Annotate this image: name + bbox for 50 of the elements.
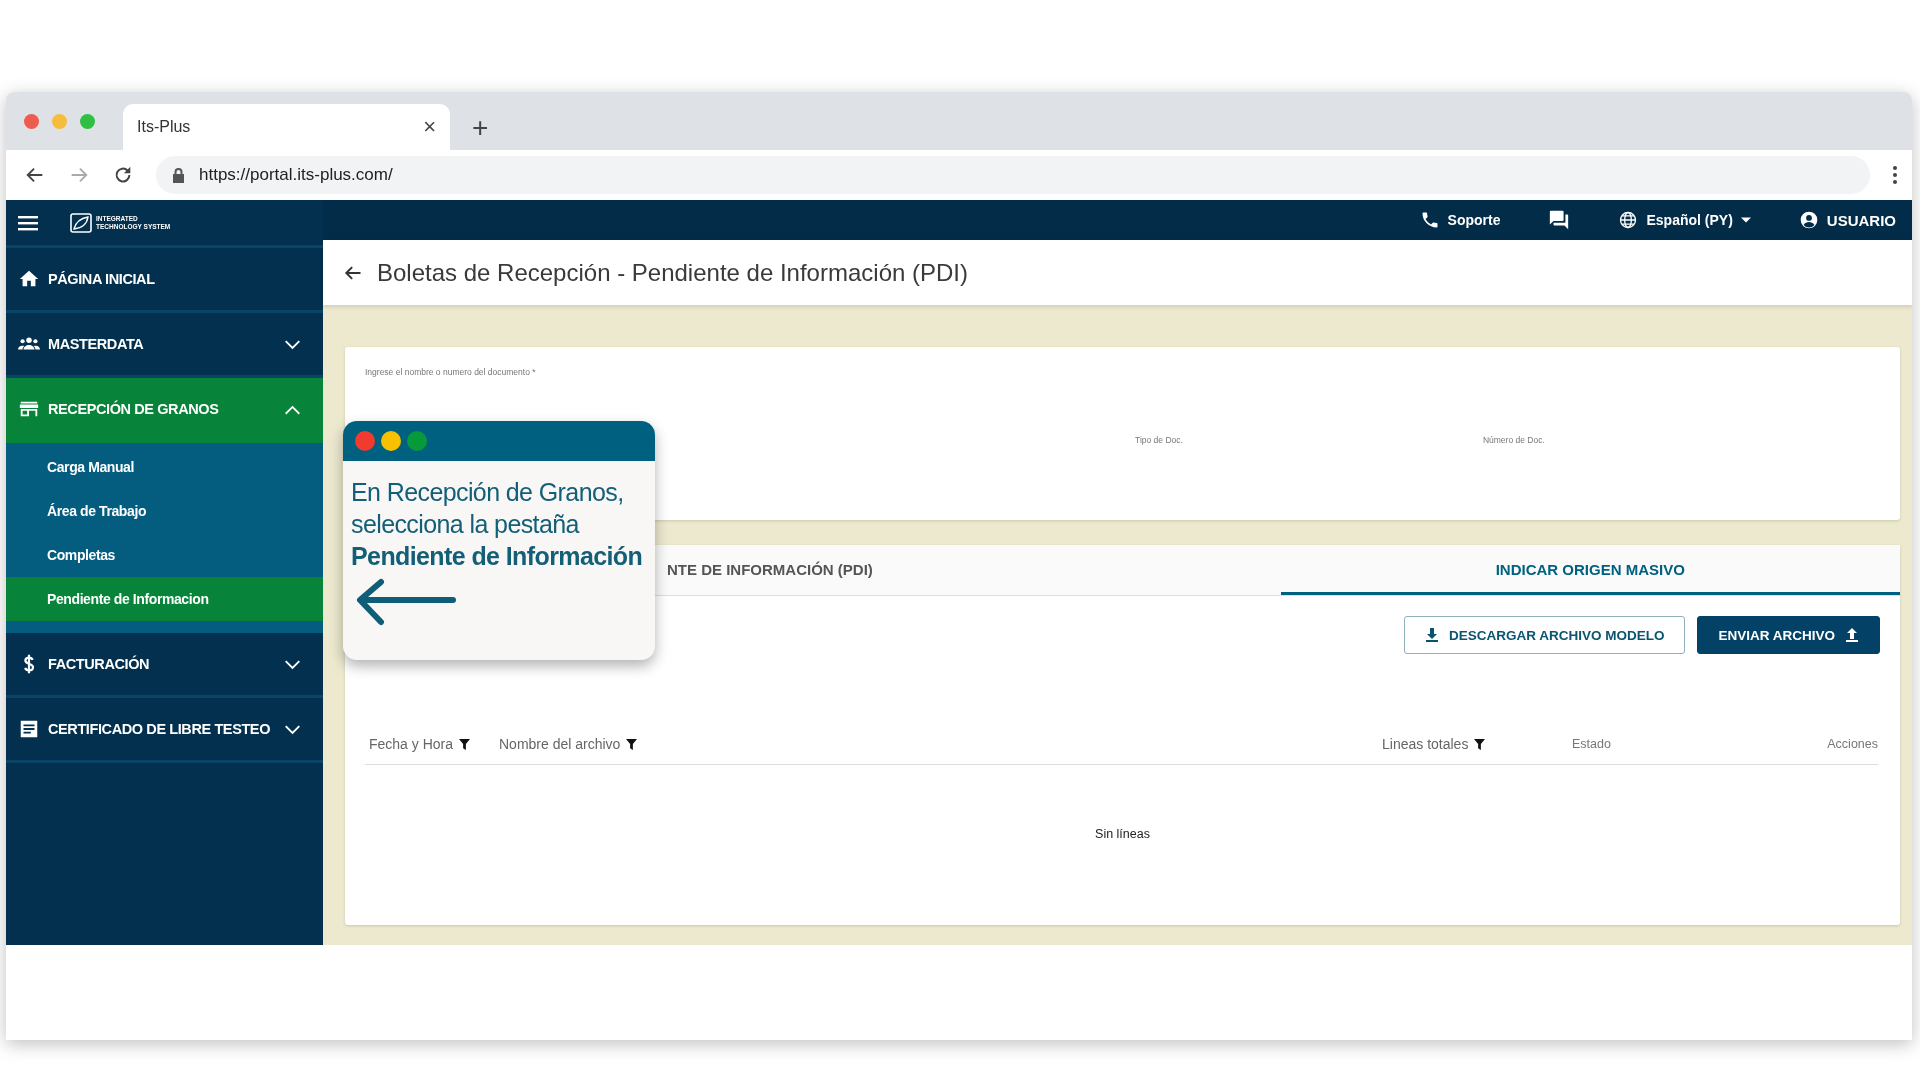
support-link[interactable]: Soporte [1419, 210, 1501, 230]
page-title: Boletas de Recepción - Pendiente de Información (PDI) [377, 258, 968, 287]
column-header: Acciones [1826, 736, 1878, 752]
submenu-item[interactable]: Carga Manual [6, 445, 323, 489]
chevron-icon[interactable] [284, 658, 301, 670]
dot-icon [355, 431, 375, 451]
url-text: https://portal.its-plus.com/ [199, 165, 393, 185]
download-button[interactable]: DESCARGAR ARCHIVO MODELO [1403, 616, 1686, 654]
filter-icon[interactable] [1474, 738, 1486, 750]
left-arrow-icon [355, 578, 457, 627]
document-icon [18, 718, 40, 740]
new-tab-button[interactable]: + [472, 112, 489, 144]
caret-icon [1740, 217, 1751, 223]
chevron-icon[interactable] [284, 338, 301, 350]
callout-text: En Recepción de Granos, selecciona la pestaña Pendiente de Información [351, 477, 644, 572]
language-selector[interactable]: Español (PY) [1618, 210, 1751, 230]
filter-icon[interactable] [626, 738, 638, 750]
filter-icon[interactable] [459, 738, 471, 750]
dot-icon [381, 431, 401, 451]
field-label: Número de Doc. [1482, 435, 1545, 445]
upload-icon [1845, 628, 1859, 642]
sidebar-item[interactable]: RECEPCIÓN DE GRANOS [6, 378, 323, 443]
column-header[interactable]: Nombre del archivo [495, 736, 1378, 752]
submenu-item[interactable]: Pendiente de Informacion [6, 577, 323, 621]
column-header[interactable]: Lineas totales [1378, 736, 1568, 752]
more-options-icon[interactable] [1892, 165, 1898, 185]
lock-icon [172, 167, 185, 183]
submenu-item[interactable]: Área de Trabajo [6, 489, 323, 533]
address-bar[interactable]: https://portal.its-plus.com/ [156, 156, 1870, 194]
menu-icon[interactable] [18, 214, 38, 231]
user-icon [1798, 210, 1819, 230]
browser-tab[interactable]: Its-Plus × [123, 104, 450, 150]
field-label: Ingrese el nombre o numero del documento * [365, 367, 537, 377]
column-header: Estado [1571, 736, 1612, 752]
globe-icon [1618, 210, 1639, 230]
send-button[interactable]: ENVIAR ARCHIVO [1697, 616, 1880, 654]
tab[interactable]: INDICAR ORIGEN MASIVO [1280, 545, 1900, 595]
download-icon [1424, 628, 1439, 642]
close-window-icon[interactable] [24, 113, 39, 129]
field-label: Tipo de Doc. [1135, 435, 1183, 445]
tab-close-button[interactable]: × [423, 114, 436, 140]
user-menu[interactable]: USUARIO [1798, 210, 1896, 230]
tab-title: Its-Plus [137, 118, 191, 136]
chevron-icon[interactable] [284, 723, 301, 735]
empty-message: Sin líneas [1094, 827, 1151, 841]
submenu-item[interactable]: Completas [6, 533, 323, 577]
chat-icon[interactable] [1548, 209, 1571, 231]
leaf-logo-icon [70, 212, 92, 233]
dot-icon [407, 431, 427, 451]
column-header[interactable]: Fecha y Hora [365, 736, 495, 752]
